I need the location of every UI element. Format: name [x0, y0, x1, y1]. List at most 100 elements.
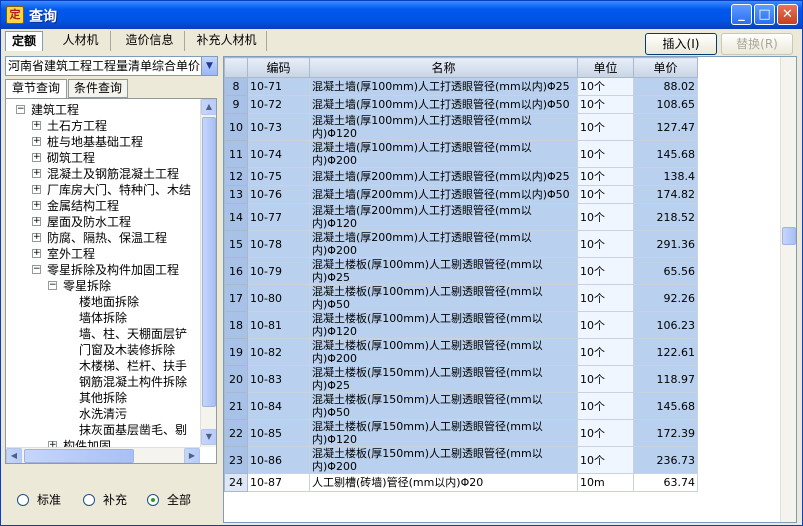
name-cell[interactable]: 混凝土墙(厚100mm)人工打透眼管径(mm以内)Φ25: [309, 77, 578, 96]
header-unit[interactable]: 单位: [577, 57, 634, 78]
tree-hscroll-thumb[interactable]: [24, 449, 134, 463]
table-row[interactable]: 8 10-71 混凝土墙(厚100mm)人工打透眼管径(mm以内)Φ25 10个 88.…: [224, 77, 698, 96]
code-cell[interactable]: 10-71: [247, 77, 310, 96]
chapter-tree[interactable]: − 建筑工程 + 土石方工程 + 桩与地基基础工程 + 砌筑工程 + 混凝土及钢筋混凝土工程 + 厂库…: [5, 98, 217, 464]
name-cell[interactable]: 混凝土墙(厚200mm)人工打透眼管径(mm以内)Φ120: [309, 203, 578, 231]
code-cell[interactable]: 10-80: [247, 284, 310, 312]
price-cell[interactable]: 174.82: [633, 185, 698, 204]
code-cell[interactable]: 10-72: [247, 95, 310, 114]
row-number-cell[interactable]: 21: [224, 392, 248, 420]
code-cell[interactable]: 10-79: [247, 257, 310, 285]
unit-cell[interactable]: 10个: [577, 392, 634, 420]
tab-quota[interactable]: 定额: [5, 31, 43, 51]
name-cell[interactable]: 混凝土墙(厚100mm)人工打透眼管径(mm以内)Φ50: [309, 95, 578, 114]
table-row[interactable]: 18 10-81 混凝土楼板(厚100mm)人工剔透眼管径(mm以内)Φ120 10个…: [224, 311, 698, 339]
table-row[interactable]: 19 10-82 混凝土楼板(厚100mm)人工剔透眼管径(mm以内)Φ200 10个…: [224, 338, 698, 366]
table-row[interactable]: 17 10-80 混凝土楼板(厚100mm)人工剔透眼管径(mm以内)Φ50 10个 9…: [224, 284, 698, 312]
insert-button[interactable]: 插入(I): [645, 33, 717, 55]
row-number-cell[interactable]: 11: [224, 140, 248, 168]
replace-button[interactable]: 替换(R): [721, 33, 793, 55]
table-row[interactable]: 16 10-79 混凝土楼板(厚100mm)人工剔透眼管径(mm以内)Φ25 10个 6…: [224, 257, 698, 285]
table-row[interactable]: 12 10-75 混凝土墙(厚200mm)人工打透眼管径(mm以内)Φ25 10个 13…: [224, 167, 698, 186]
name-cell[interactable]: 混凝土墙(厚100mm)人工打透眼管径(mm以内)Φ200: [309, 140, 578, 168]
header-name[interactable]: 名称: [309, 57, 578, 78]
price-cell[interactable]: 63.74: [633, 473, 698, 492]
name-cell[interactable]: 混凝土墙(厚100mm)人工打透眼管径(mm以内)Φ120: [309, 113, 578, 141]
price-cell[interactable]: 236.73: [633, 446, 698, 474]
name-cell[interactable]: 混凝土墙(厚200mm)人工打透眼管径(mm以内)Φ50: [309, 185, 578, 204]
unit-cell[interactable]: 10个: [577, 311, 634, 339]
expand-icon[interactable]: +: [32, 185, 41, 194]
tree-vertical-scrollbar[interactable]: ▲ ▼: [200, 99, 216, 447]
radio-supplementary-dot[interactable]: [83, 494, 95, 506]
table-vertical-scrollbar[interactable]: [780, 57, 796, 522]
scroll-up-icon[interactable]: ▲: [201, 99, 216, 115]
code-cell[interactable]: 10-78: [247, 230, 310, 258]
chevron-down-icon[interactable]: ▼: [201, 57, 217, 75]
price-cell[interactable]: 145.68: [633, 140, 698, 168]
price-cell[interactable]: 138.4: [633, 167, 698, 186]
tab-condition-search[interactable]: 条件查询: [68, 79, 128, 98]
collapse-icon[interactable]: −: [32, 265, 41, 274]
unit-cell[interactable]: 10个: [577, 167, 634, 186]
price-cell[interactable]: 145.68: [633, 392, 698, 420]
radio-supplementary[interactable]: 补充: [83, 491, 127, 508]
unit-cell[interactable]: 10个: [577, 446, 634, 474]
scroll-down-icon[interactable]: ▼: [201, 429, 216, 445]
price-cell[interactable]: 172.39: [633, 419, 698, 447]
price-cell[interactable]: 122.61: [633, 338, 698, 366]
price-cell[interactable]: 106.23: [633, 311, 698, 339]
row-number-cell[interactable]: 14: [224, 203, 248, 231]
unit-cell[interactable]: 10个: [577, 113, 634, 141]
code-cell[interactable]: 10-73: [247, 113, 310, 141]
header-price[interactable]: 单价: [633, 57, 698, 78]
table-row[interactable]: 22 10-85 混凝土楼板(厚150mm)人工剔透眼管径(mm以内)Φ120 10个…: [224, 419, 698, 447]
name-cell[interactable]: 混凝土楼板(厚100mm)人工剔透眼管径(mm以内)Φ120: [309, 311, 578, 339]
tab-labor-material-machine[interactable]: 人材机: [51, 31, 111, 51]
name-cell[interactable]: 混凝土楼板(厚100mm)人工剔透眼管径(mm以内)Φ25: [309, 257, 578, 285]
unit-cell[interactable]: 10个: [577, 77, 634, 96]
price-cell[interactable]: 108.65: [633, 95, 698, 114]
code-cell[interactable]: 10-75: [247, 167, 310, 186]
row-number-cell[interactable]: 20: [224, 365, 248, 393]
row-number-cell[interactable]: 18: [224, 311, 248, 339]
minimize-button[interactable]: _: [731, 4, 752, 25]
code-cell[interactable]: 10-85: [247, 419, 310, 447]
table-row[interactable]: 20 10-83 混凝土楼板(厚150mm)人工剔透眼管径(mm以内)Φ25 10个 1…: [224, 365, 698, 393]
expand-icon[interactable]: +: [32, 217, 41, 226]
price-cell[interactable]: 218.52: [633, 203, 698, 231]
unit-cell[interactable]: 10个: [577, 203, 634, 231]
row-number-cell[interactable]: 19: [224, 338, 248, 366]
tab-price-info[interactable]: 造价信息: [115, 31, 185, 51]
code-cell[interactable]: 10-81: [247, 311, 310, 339]
name-cell[interactable]: 混凝土楼板(厚150mm)人工剔透眼管径(mm以内)Φ25: [309, 365, 578, 393]
radio-all-dot[interactable]: [147, 494, 159, 506]
expand-icon[interactable]: +: [32, 121, 41, 130]
code-cell[interactable]: 10-83: [247, 365, 310, 393]
table-row[interactable]: 21 10-84 混凝土楼板(厚150mm)人工剔透眼管径(mm以内)Φ50 10个 1…: [224, 392, 698, 420]
code-cell[interactable]: 10-86: [247, 446, 310, 474]
unit-cell[interactable]: 10个: [577, 257, 634, 285]
expand-icon[interactable]: +: [32, 233, 41, 242]
name-cell[interactable]: 混凝土楼板(厚100mm)人工剔透眼管径(mm以内)Φ50: [309, 284, 578, 312]
row-number-cell[interactable]: 10: [224, 113, 248, 141]
unit-cell[interactable]: 10个: [577, 284, 634, 312]
unit-cell[interactable]: 10个: [577, 419, 634, 447]
code-cell[interactable]: 10-77: [247, 203, 310, 231]
table-row[interactable]: 9 10-72 混凝土墙(厚100mm)人工打透眼管径(mm以内)Φ50 10个 108…: [224, 95, 698, 114]
maximize-button[interactable]: □: [754, 4, 775, 25]
price-cell[interactable]: 118.97: [633, 365, 698, 393]
table-scroll-thumb[interactable]: [782, 227, 796, 245]
row-number-cell[interactable]: 22: [224, 419, 248, 447]
expand-icon[interactable]: +: [32, 169, 41, 178]
header-code[interactable]: 编码: [247, 57, 310, 78]
unit-cell[interactable]: 10个: [577, 95, 634, 114]
scroll-left-icon[interactable]: ◀: [6, 448, 22, 463]
name-cell[interactable]: 混凝土楼板(厚150mm)人工剔透眼管径(mm以内)Φ120: [309, 419, 578, 447]
unit-cell[interactable]: 10个: [577, 365, 634, 393]
name-cell[interactable]: 混凝土楼板(厚150mm)人工剔透眼管径(mm以内)Φ50: [309, 392, 578, 420]
table-row[interactable]: 24 10-87 人工剔槽(砖墙)管径(mm以内)Φ20 10m 63.74: [224, 473, 698, 492]
expand-icon[interactable]: +: [32, 201, 41, 210]
name-cell[interactable]: 人工剔槽(砖墙)管径(mm以内)Φ20: [309, 473, 578, 492]
table-row[interactable]: 10 10-73 混凝土墙(厚100mm)人工打透眼管径(mm以内)Φ120 10个 1…: [224, 113, 698, 141]
